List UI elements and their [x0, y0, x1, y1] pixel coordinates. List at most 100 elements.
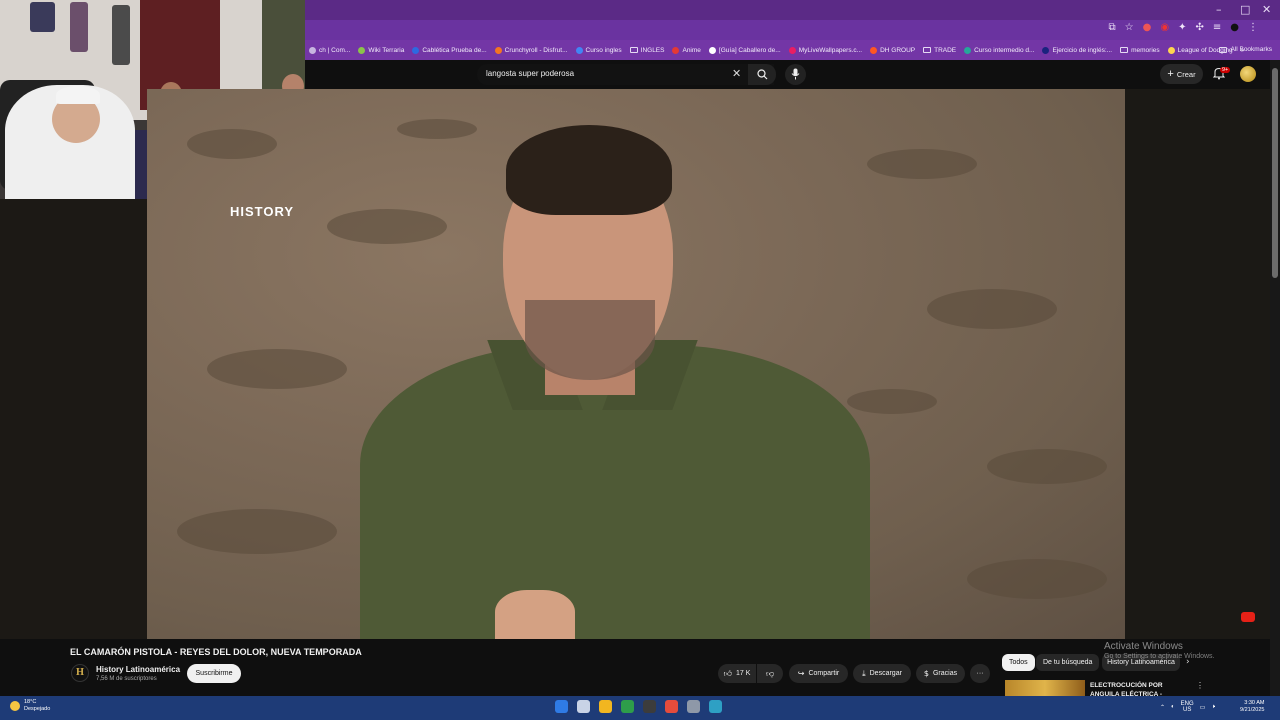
weather-icon [10, 701, 20, 711]
search-button[interactable] [748, 64, 776, 85]
bookmark-item[interactable]: Ejercicio de inglés:... [1042, 46, 1113, 54]
scrollbar-thumb[interactable] [1272, 68, 1278, 278]
channel-avatar[interactable]: H [71, 664, 89, 682]
share-icon: ↪ [797, 669, 805, 678]
taskbar-app-icon[interactable] [555, 700, 568, 713]
folder-icon [923, 47, 932, 53]
thumbs-up-icon: 👍︎ [723, 668, 732, 678]
close-window-button[interactable]: ✕ [1262, 3, 1271, 16]
extension-icon-1[interactable]: ● [1143, 22, 1152, 33]
bookmark-label: Ejercicio de inglés:... [1052, 46, 1113, 54]
bookmark-item[interactable]: Curso ingles [575, 46, 622, 54]
taskbar-app-icon[interactable] [709, 700, 722, 713]
volume-icon[interactable]: 🕨︎ [1211, 704, 1215, 711]
cast-icon[interactable]: ⧉ [1109, 22, 1116, 33]
more-actions-button[interactable]: ··· [970, 664, 990, 683]
minimize-button[interactable]: – [1216, 3, 1222, 16]
bookmark-item[interactable]: Curso intermedio d... [964, 46, 1035, 54]
puzzle-icon[interactable]: ✣ [1195, 22, 1203, 33]
activate-windows-subtitle: Go to Settings to activate Windows. [1104, 653, 1215, 660]
favicon-icon [1167, 46, 1175, 54]
taskbar-app-icon[interactable] [643, 700, 656, 713]
share-button[interactable]: ↪ Compartir [789, 664, 848, 683]
bookmark-label: Curso intermedio d... [974, 46, 1035, 54]
extension-icon-2[interactable]: ◉ [1160, 22, 1169, 33]
activate-windows-title: Activate Windows [1104, 641, 1183, 652]
taskbar-app-icon[interactable] [621, 700, 634, 713]
bookmark-star-icon[interactable]: ☆ [1125, 22, 1134, 33]
network-icon[interactable]: ▭ [1200, 704, 1206, 711]
subscriber-count: 7,56 M de suscriptores [96, 676, 157, 682]
notification-count-badge: 9+ [1220, 67, 1231, 73]
like-button[interactable]: 👍︎ 17 K [718, 664, 756, 683]
bookmark-item[interactable]: ch | Com... [309, 46, 351, 54]
voice-search-button[interactable] [785, 64, 806, 85]
folder-icon [1219, 46, 1228, 53]
youtube-logo-icon [1241, 612, 1255, 622]
taskbar-app-icon[interactable] [687, 700, 700, 713]
all-bookmarks-button[interactable]: All Bookmarks [1219, 46, 1272, 53]
download-button[interactable]: ⤓ Descargar [853, 664, 911, 683]
bookmark-label: ch | Com... [319, 46, 351, 54]
channel-name[interactable]: History Latinoamérica [96, 665, 180, 674]
bookmark-label: [Guía] Caballero de... [718, 46, 781, 54]
bookmark-item[interactable]: DH GROUP [870, 46, 916, 54]
bookmark-item[interactable]: Crunchyroll - Disfrut... [494, 46, 568, 54]
profile-icon[interactable]: ● [1230, 22, 1239, 33]
weather-widget[interactable]: 18°C Despejado [10, 699, 50, 713]
taskbar-apps [555, 700, 722, 713]
bookmark-item[interactable]: Cablética Prueba de... [412, 46, 487, 54]
weather-condition: Despejado [24, 706, 51, 712]
extension-icon-3[interactable]: ✦ [1178, 22, 1186, 33]
bookmark-label: INGLES [640, 46, 665, 54]
bookmark-item[interactable]: [Guía] Caballero de... [708, 46, 781, 54]
bookmark-item[interactable]: INGLES [629, 46, 665, 54]
chip-all[interactable]: Todos [1002, 654, 1035, 671]
bookmark-item[interactable]: TRADE [923, 47, 956, 54]
video-title: EL CAMARÓN PISTOLA - REYES DEL DOLOR, NU… [70, 647, 362, 657]
ambient-left [0, 199, 147, 639]
favicon-icon [494, 46, 502, 54]
bookmark-label: Cablética Prueba de... [422, 46, 487, 54]
playlist-icon[interactable]: ≡ [1213, 22, 1221, 33]
recommendation-thumbnail[interactable] [1005, 680, 1085, 696]
search-icon [757, 69, 768, 80]
favicon-icon [1042, 46, 1050, 54]
thumbs-down-icon: 👎︎ [765, 668, 775, 678]
bookmark-label: Wiki Terraria [368, 46, 405, 54]
favicon-icon [412, 46, 420, 54]
bookmark-item[interactable]: memories [1120, 47, 1160, 54]
thanks-icon: $ [923, 669, 929, 678]
clock-date: 9/21/2025 [1240, 707, 1265, 713]
chevron-up-icon[interactable]: ⌃ [1160, 704, 1165, 711]
user-avatar[interactable] [1240, 66, 1256, 82]
bookmark-item[interactable]: MyLiveWallpapers.c... [788, 46, 862, 54]
bookmarks-bar: ch | Com... Wiki Terraria Cablética Prueba… [305, 40, 1280, 60]
system-clock[interactable]: 3:30 AM 9/21/2025 [1240, 700, 1264, 714]
favicon-icon [788, 46, 796, 54]
chip-from-search[interactable]: De tu búsqueda [1036, 654, 1100, 671]
weather-temperature: 18°C [24, 699, 37, 705]
dislike-button[interactable]: 👎︎ [757, 664, 783, 683]
bookmark-label: memories [1131, 46, 1160, 54]
bookmark-item[interactable]: Wiki Terraria [358, 46, 405, 54]
favicon-icon [358, 46, 366, 54]
search-query[interactable]: langosta super poderosa [486, 69, 574, 78]
menu-icon[interactable]: ⋮ [1248, 22, 1258, 33]
recommendation-more-button[interactable]: ⋮ [1196, 681, 1204, 690]
clock-time: 3:30 AM [1244, 700, 1265, 706]
favicon-icon [870, 46, 878, 54]
taskbar-app-icon[interactable] [665, 700, 678, 713]
taskbar-app-icon[interactable] [577, 700, 590, 713]
maximize-button[interactable]: □ [1240, 3, 1250, 16]
taskbar-app-icon[interactable] [599, 700, 612, 713]
create-button[interactable]: + Crear [1160, 64, 1203, 84]
system-tray: ⌃ ◐ ENG US ▭ 🕨︎ [1160, 701, 1215, 713]
clear-search-icon[interactable]: ✕ [732, 67, 741, 80]
tray-app-icon[interactable]: ◐ [1171, 704, 1175, 710]
thanks-button[interactable]: $ Gracias [916, 664, 965, 683]
bookmark-item[interactable]: Anime [672, 46, 701, 54]
bookmark-label: DH GROUP [880, 46, 916, 54]
language-indicator[interactable]: ENG US [1181, 701, 1194, 713]
subscribe-button[interactable]: Suscribirme [187, 664, 241, 683]
